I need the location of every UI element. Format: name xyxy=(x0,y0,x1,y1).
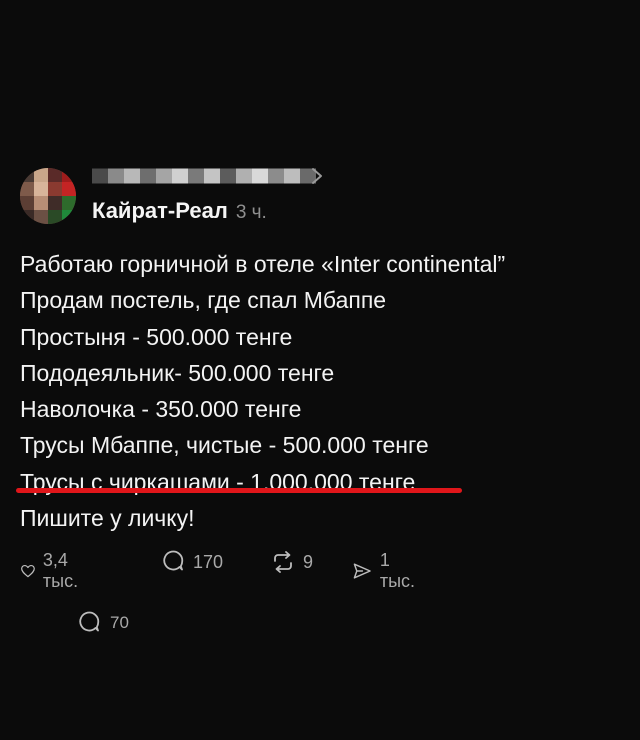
replies-link[interactable]: 70 xyxy=(78,611,129,635)
like-count: 3,4 тыс. xyxy=(42,550,79,591)
post: Кайрат-Реал 3 ч. Работаю горничной в оте… xyxy=(0,0,640,740)
repost-icon xyxy=(274,551,292,573)
share-count: 1 тыс. xyxy=(379,550,416,591)
post-line: Пишите у личку! xyxy=(20,505,195,532)
post-line: Трусы Мбаппе, чистые - 500.000 тенге xyxy=(20,432,429,459)
share-icon xyxy=(353,563,371,579)
author-row: Кайрат-Реал 3 ч. xyxy=(92,198,267,224)
like-button[interactable]: 3,4 тыс. xyxy=(20,550,86,592)
post-line: Работаю горничной в отеле «Inter contine… xyxy=(20,251,506,277)
share-button[interactable]: 1 тыс. xyxy=(352,550,420,592)
comment-icon xyxy=(163,550,184,571)
avatar[interactable] xyxy=(20,168,76,224)
comment-button[interactable]: 170 xyxy=(162,550,223,574)
post-line-highlighted: Трусы с чиркашами - 1.000.000 тенге xyxy=(20,468,416,495)
post-line: Наволочка - 350.000 тенге xyxy=(20,396,302,423)
post-time: 3 ч. xyxy=(235,202,267,223)
post-line: Продам постель, где спал Мбаппе xyxy=(20,287,387,314)
comment-count: 170 xyxy=(193,551,224,572)
comment-icon xyxy=(79,611,100,632)
heart-icon xyxy=(21,564,35,578)
chevron-right-icon[interactable] xyxy=(310,166,324,186)
author-name[interactable]: Кайрат-Реал xyxy=(92,198,228,224)
post-line: Пододеяльник- 500.000 тенге xyxy=(20,359,335,386)
post-line: Простыня - 500.000 тенге xyxy=(20,323,293,350)
repost-count: 9 xyxy=(303,551,314,572)
blurred-username[interactable] xyxy=(92,164,316,188)
red-underline xyxy=(16,488,462,493)
repost-button[interactable]: 9 xyxy=(270,550,313,574)
replies-count: 70 xyxy=(110,613,129,632)
